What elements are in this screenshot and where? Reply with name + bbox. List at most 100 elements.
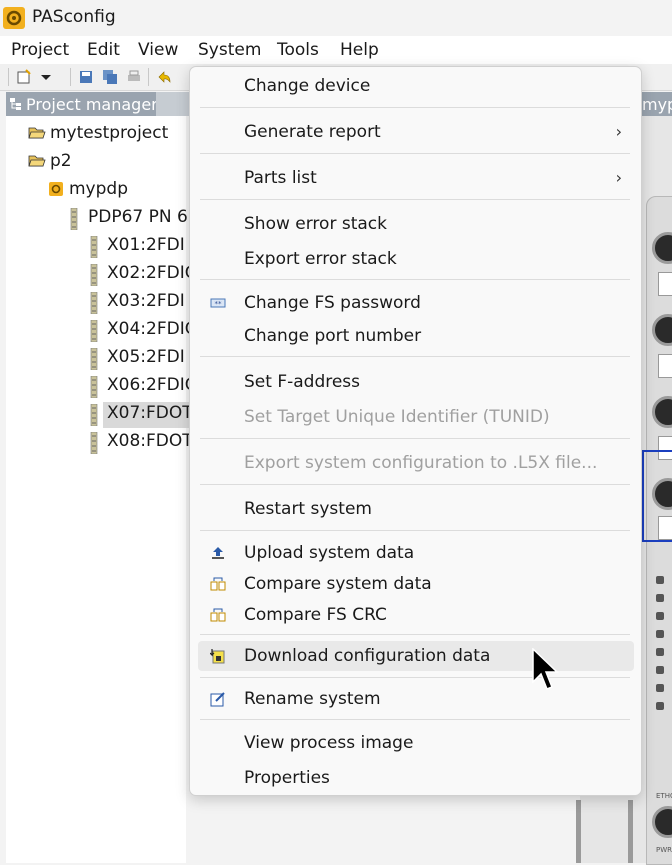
toolbar-grip: [8, 68, 9, 86]
new-icon[interactable]: [16, 69, 32, 85]
module-icon: [90, 348, 98, 370]
menu-help[interactable]: Help: [340, 40, 379, 60]
tree-item-pdp67[interactable]: PDP67 PN 6I: [88, 207, 193, 227]
menu-separator: [200, 719, 630, 720]
menu-separator: [200, 153, 630, 154]
status-led: [656, 648, 664, 656]
module-icon: [90, 320, 98, 342]
menu-rename-system[interactable]: Rename system: [198, 684, 634, 714]
folder-open-icon: [28, 127, 46, 139]
menu-item-label: Rename system: [244, 689, 381, 709]
toolbar-separator: [70, 68, 71, 86]
tree-item-x03[interactable]: X03:2FDI: [107, 291, 185, 311]
save-all-icon[interactable]: [102, 69, 118, 85]
tree-item-x06[interactable]: X06:2FDIC: [107, 375, 197, 395]
tree-item-x05[interactable]: X05:2FDI: [107, 347, 185, 367]
project-manager-title: Project manager: [26, 95, 158, 114]
menu-show-error-stack[interactable]: Show error stack: [198, 209, 634, 239]
menu-separator: [200, 634, 630, 635]
menu-item-label: Properties: [244, 768, 330, 788]
menu-upload-system-data[interactable]: Upload system data: [198, 538, 634, 568]
mouse-cursor-icon: [532, 648, 559, 690]
port-label-box: [658, 354, 672, 378]
status-led: [656, 666, 664, 674]
compare-icon: [210, 577, 226, 591]
menu-parts-list[interactable]: Parts list ›: [198, 163, 634, 193]
status-led: [656, 612, 664, 620]
tree-item-mypdp[interactable]: mypdp: [69, 179, 128, 199]
menu-view-process-image[interactable]: View process image: [198, 728, 634, 758]
svg-text:**: **: [215, 300, 223, 308]
menu-separator: [200, 484, 630, 485]
chevron-right-icon: ›: [615, 122, 622, 141]
menu-tools[interactable]: Tools: [277, 40, 319, 60]
status-led: [656, 684, 664, 692]
menu-item-label: Change port number: [244, 326, 422, 346]
tree-item-p2[interactable]: p2: [50, 151, 72, 171]
app-icon: [3, 7, 25, 29]
tree-item-x02[interactable]: X02:2FDIC: [107, 263, 197, 283]
menu-project[interactable]: Project: [11, 40, 69, 60]
scroll-divider: [628, 800, 633, 863]
device-view-title: myp: [642, 95, 672, 114]
menu-compare-system-data[interactable]: Compare system data: [198, 569, 634, 599]
undo-icon[interactable]: [156, 69, 172, 85]
menu-properties[interactable]: Properties: [198, 763, 634, 793]
compare-icon: [210, 608, 226, 622]
menu-separator: [200, 438, 630, 439]
menu-restart-system[interactable]: Restart system: [198, 494, 634, 524]
menu-item-label: Restart system: [244, 499, 372, 519]
menu-item-label: Export system configuration to .L5X file…: [244, 453, 598, 473]
tree-item-x01[interactable]: X01:2FDI: [107, 235, 185, 255]
menu-export-l5x: Export system configuration to .L5X file…: [198, 448, 634, 478]
menu-separator: [200, 107, 630, 108]
menu-separator: [200, 279, 630, 280]
pwr-label: PWR: [656, 846, 672, 854]
menu-system[interactable]: System: [198, 40, 261, 60]
tree-item-x08[interactable]: X08:FDOT: [107, 431, 193, 451]
menu-item-label: Export error stack: [244, 249, 397, 269]
menu-set-f-address[interactable]: Set F-address: [198, 367, 634, 397]
menu-item-label: Download configuration data: [244, 646, 491, 666]
eth-label: ETHO: [656, 792, 672, 800]
menu-export-error-stack[interactable]: Export error stack: [198, 244, 634, 274]
menu-change-device[interactable]: Change device: [198, 71, 634, 101]
menu-item-label: Show error stack: [244, 214, 387, 234]
toolbar-separator: [148, 68, 149, 86]
menu-separator: [200, 356, 630, 357]
module-icon: [90, 404, 98, 426]
menu-item-label: Change FS password: [244, 293, 421, 313]
project-tree: mytestproject p2 mypdp PDP67 PN 6I X01:2…: [6, 116, 197, 863]
tree-item-x07[interactable]: X07:FDOT: [103, 402, 195, 428]
tree-icon: [10, 98, 21, 110]
module-icon: [90, 432, 98, 454]
title-bar: PASconfig: [0, 0, 672, 36]
menu-item-label: Parts list: [244, 168, 317, 188]
menu-change-port-number[interactable]: Change port number: [198, 321, 634, 351]
menu-set-tunid: Set Target Unique Identifier (TUNID): [198, 402, 634, 432]
window-title: PASconfig: [32, 7, 116, 27]
menu-item-label: View process image: [244, 733, 414, 753]
menu-generate-report[interactable]: Generate report ›: [198, 117, 634, 147]
print-icon[interactable]: [126, 69, 142, 85]
download-config-icon: [210, 649, 225, 664]
menu-edit[interactable]: Edit: [87, 40, 120, 60]
module-icon: [90, 236, 98, 258]
menu-compare-fs-crc[interactable]: Compare FS CRC: [198, 600, 634, 630]
menu-separator: [200, 677, 630, 678]
system-menu: Change device Generate report › Parts li…: [189, 66, 642, 796]
menu-change-fs-password[interactable]: ** Change FS password: [198, 288, 634, 318]
tree-item-x04[interactable]: X04:2FDIC: [107, 319, 197, 339]
save-icon[interactable]: [78, 69, 94, 85]
menu-download-configuration-data[interactable]: Download configuration data: [198, 641, 634, 671]
tree-item-mytestproject[interactable]: mytestproject: [50, 123, 168, 143]
menu-item-label: Set F-address: [244, 372, 361, 392]
chevron-down-icon[interactable]: [38, 69, 54, 85]
menu-separator: [200, 530, 630, 531]
menu-view[interactable]: View: [138, 40, 178, 60]
module-icon: [90, 264, 98, 286]
status-led: [656, 576, 664, 584]
chevron-right-icon: ›: [615, 168, 622, 187]
system-icon: [49, 182, 63, 196]
menu-item-label: Compare FS CRC: [244, 605, 387, 625]
